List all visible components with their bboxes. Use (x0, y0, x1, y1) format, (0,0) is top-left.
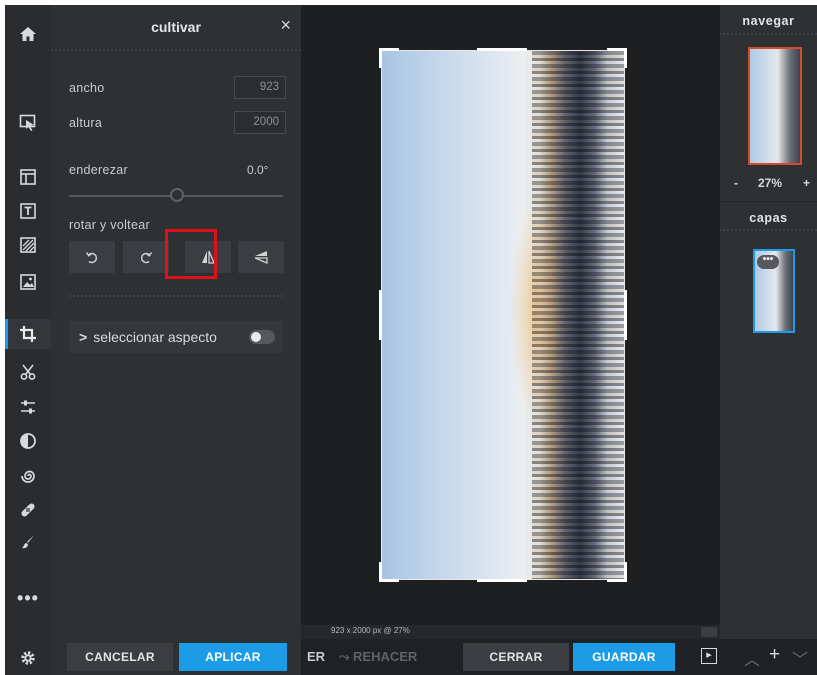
crop-handle-top[interactable] (477, 48, 527, 51)
height-label: altura (69, 116, 103, 130)
chevron-down-icon[interactable]: ﹀ (792, 646, 808, 670)
canvas-status-bar: 923 x 2000 px @ 27% (301, 625, 720, 639)
texture-tool-icon[interactable] (5, 230, 51, 260)
navigate-title: navegar (720, 5, 817, 35)
crop-handle-bottom[interactable] (477, 579, 527, 582)
close-button[interactable]: CERRAR (463, 643, 569, 671)
crop-handle-bl[interactable] (379, 579, 399, 582)
more-tools-icon[interactable]: ••• (5, 583, 51, 613)
image-tool-icon[interactable] (5, 267, 51, 297)
straighten-value: 0.0° (247, 163, 269, 177)
crop-tool-icon[interactable] (5, 319, 51, 349)
aspect-toggle[interactable] (249, 330, 275, 344)
layer-options-icon[interactable]: ••• (757, 255, 779, 269)
undo-button[interactable]: ER (307, 649, 325, 664)
chevron-right-icon: > (79, 329, 88, 345)
crop-handle-tl[interactable] (379, 48, 399, 51)
rotate-flip-label: rotar y voltear (69, 218, 150, 232)
home-icon[interactable] (5, 19, 51, 49)
crop-handle-tr-v[interactable] (624, 48, 627, 68)
text-tool-icon[interactable] (5, 196, 51, 226)
effects-tool-icon[interactable] (5, 426, 51, 456)
rotate-right-highlight (165, 229, 217, 279)
rotate-right-button[interactable] (123, 241, 169, 273)
crop-handle-tl-v[interactable] (379, 48, 382, 68)
crop-handle-bl-v[interactable] (379, 562, 382, 582)
chevron-up-icon[interactable]: ︿ (744, 646, 760, 670)
width-input[interactable]: 923 (234, 76, 286, 99)
scrollbar[interactable] (701, 627, 717, 637)
crop-panel: cultivar × ancho 923 altura 2000 enderez… (51, 5, 301, 675)
navigator-thumbnail[interactable] (748, 47, 802, 165)
photo-editor-app: ••• cultivar × ancho 923 altura 2000 end… (5, 5, 817, 675)
crop-image[interactable] (381, 50, 625, 580)
arrange-tool-icon[interactable] (5, 108, 51, 138)
panel-header: cultivar × (51, 5, 301, 51)
template-tool-icon[interactable] (5, 162, 51, 192)
brush-tool-icon[interactable] (5, 527, 51, 557)
image-size-zoom-text: 923 x 2000 px @ 27% (331, 626, 410, 635)
flip-vertical-icon (254, 251, 268, 264)
panel-title: cultivar (151, 19, 201, 35)
tool-rail: ••• (5, 5, 51, 675)
close-icon[interactable]: × (280, 16, 291, 34)
redo-button[interactable]: ⤳ REHACER (339, 649, 417, 665)
toggle-panel-icon[interactable]: ▸ (701, 648, 717, 664)
select-aspect-row[interactable]: > seleccionar aspecto (69, 321, 283, 353)
zoom-out-button[interactable]: - (734, 176, 738, 190)
save-button[interactable]: GUARDAR (573, 643, 675, 671)
liquify-tool-icon[interactable] (5, 461, 51, 491)
rotate-left-icon (85, 252, 98, 264)
zoom-in-button[interactable]: + (803, 176, 810, 190)
image-canvas[interactable]: 923 x 2000 px @ 27% (301, 5, 720, 639)
zoom-value: 27% (758, 176, 783, 190)
straighten-slider-handle[interactable] (170, 188, 184, 202)
width-label: ancho (69, 81, 105, 95)
cutout-tool-icon[interactable] (5, 357, 51, 387)
crop-handle-left[interactable] (379, 290, 382, 340)
height-input[interactable]: 2000 (234, 111, 286, 134)
layers-title: capas (720, 201, 817, 231)
rotate-left-button[interactable] (69, 241, 115, 273)
adjust-tool-icon[interactable] (5, 392, 51, 422)
layer-thumbnail[interactable]: ••• (753, 249, 795, 333)
crop-handle-br-v[interactable] (624, 562, 627, 582)
select-aspect-label: seleccionar aspecto (93, 329, 217, 345)
cityscape (532, 51, 624, 579)
settings-gear-icon[interactable] (5, 643, 51, 673)
cancel-button[interactable]: CANCELAR (67, 643, 173, 671)
bottom-bar: CANCELAR APLICAR ER ⤳ REHACER CERRAR GUA… (51, 639, 817, 675)
straighten-label: enderezar (69, 163, 128, 177)
rotate-right-icon (140, 252, 153, 264)
flip-vertical-button[interactable] (238, 241, 284, 273)
right-panel: navegar - 27% + capas ••• (720, 5, 817, 675)
add-layer-icon[interactable]: + (769, 644, 780, 666)
retouch-tool-icon[interactable] (5, 495, 51, 525)
divider (69, 295, 283, 297)
apply-button[interactable]: APLICAR (179, 643, 287, 671)
crop-handle-right[interactable] (624, 290, 627, 340)
